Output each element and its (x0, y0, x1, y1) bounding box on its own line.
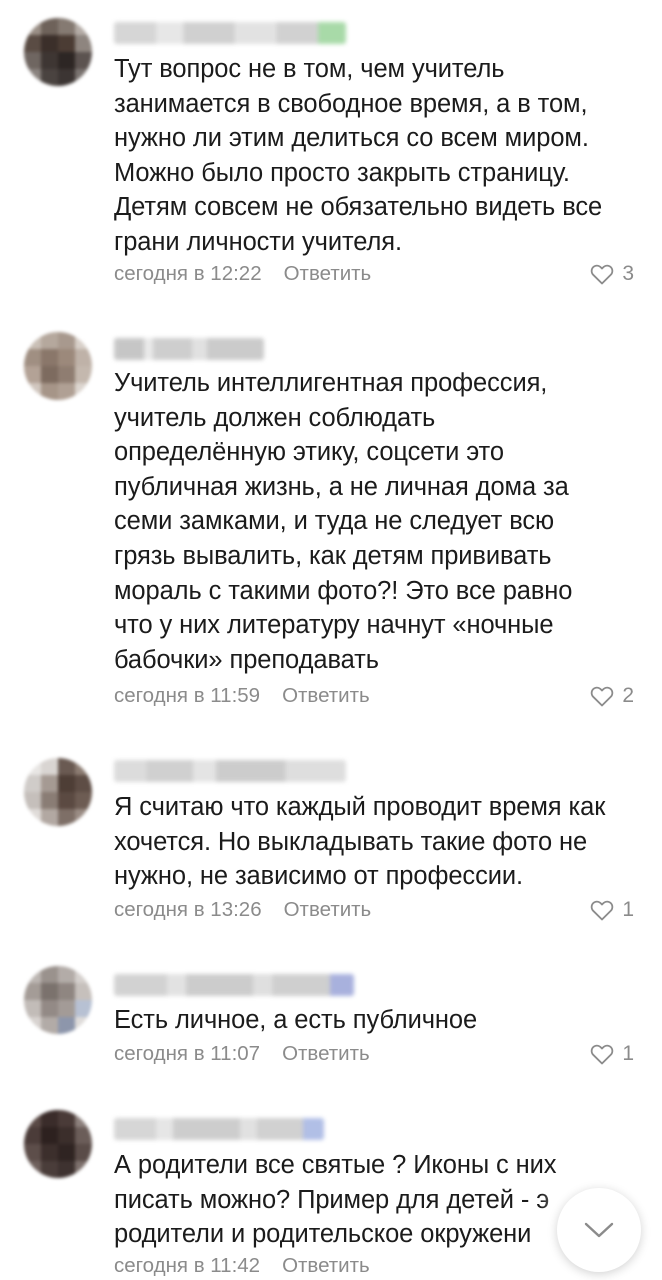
comment-time: сегодня в 13:26 (114, 898, 262, 921)
author-name[interactable] (114, 22, 346, 44)
reply-button[interactable]: Ответить (282, 1042, 370, 1066)
chevron-down-icon (584, 1222, 614, 1238)
comment-time: сегодня в 12:22 (114, 262, 262, 285)
comment-text: Тут вопрос не в том, чем учитель занимае… (114, 55, 603, 256)
avatar[interactable] (24, 1110, 92, 1178)
comment-time: сегодня в 11:42 (114, 1254, 261, 1277)
comment-meta: сегодня в 11:59 Ответить (114, 682, 370, 710)
comment-meta: сегодня в 11:42 Ответить (114, 1252, 370, 1280)
reply-button[interactable]: Ответить (282, 1254, 370, 1278)
heart-icon (591, 900, 614, 921)
reply-button[interactable]: Ответить (284, 262, 372, 286)
avatar[interactable] (24, 758, 92, 826)
author-name[interactable] (114, 974, 354, 996)
comment-meta: сегодня в 13:26 Ответить (114, 896, 371, 924)
author-name[interactable] (114, 338, 264, 360)
heart-icon (591, 264, 614, 285)
like-button[interactable]: 1 (590, 896, 634, 924)
avatar[interactable] (24, 332, 92, 400)
reply-button[interactable]: Ответить (282, 684, 370, 708)
like-button[interactable]: 1 (590, 1040, 634, 1068)
comment-meta: сегодня в 12:22 Ответить (114, 260, 371, 288)
like-count: 1 (622, 1042, 634, 1065)
comment-time: сегодня в 11:59 (114, 684, 261, 707)
author-name[interactable] (114, 760, 346, 782)
like-button[interactable]: 3 (590, 260, 634, 288)
reply-button[interactable]: Ответить (284, 898, 372, 922)
avatar[interactable] (24, 18, 92, 86)
comment-meta: сегодня в 11:07 Ответить (114, 1040, 370, 1068)
comment-time: сегодня в 11:07 (114, 1042, 261, 1065)
author-name[interactable] (114, 1118, 324, 1140)
like-count: 1 (622, 898, 634, 921)
heart-icon (591, 686, 614, 707)
scroll-down-button[interactable] (557, 1188, 641, 1272)
like-count: 2 (622, 684, 634, 707)
comment-text: Есть личное, а есть публичное (114, 1006, 478, 1034)
comment-text: Учитель интеллигентная профессия, учител… (114, 369, 573, 674)
heart-icon (591, 1044, 614, 1065)
avatar[interactable] (24, 966, 92, 1034)
comment-text: Я считаю что каждый проводит время как х… (114, 793, 606, 891)
like-count: 3 (622, 262, 634, 285)
like-button[interactable]: 2 (590, 682, 634, 710)
